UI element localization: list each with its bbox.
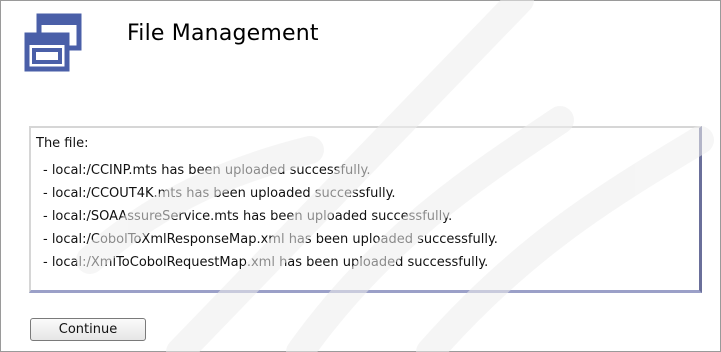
- message-heading: The file:: [36, 136, 89, 151]
- page-frame: File Management The file: - local:/CCINP…: [0, 0, 721, 352]
- continue-button[interactable]: Continue: [30, 318, 146, 341]
- list-item: - local:/CobolToXmlResponseMap.xml has b…: [43, 232, 498, 247]
- upload-result-box: The file: - local:/CCINP.mts has been up…: [29, 126, 702, 293]
- list-item: - local:/CCOUT4K.mts has been uploaded s…: [43, 186, 396, 201]
- uploaded-file-list: - local:/CCINP.mts has been uploaded suc…: [31, 159, 498, 274]
- list-item: - local:/SOAAssureService.mts has been u…: [43, 209, 453, 224]
- window-stack-icon: [24, 13, 82, 72]
- page-title: File Management: [127, 21, 319, 46]
- list-item: - local:/XmlToCobolRequestMap.xml has be…: [43, 255, 489, 270]
- list-item: - local:/CCINP.mts has been uploaded suc…: [43, 163, 371, 178]
- page-header: File Management: [23, 13, 703, 73]
